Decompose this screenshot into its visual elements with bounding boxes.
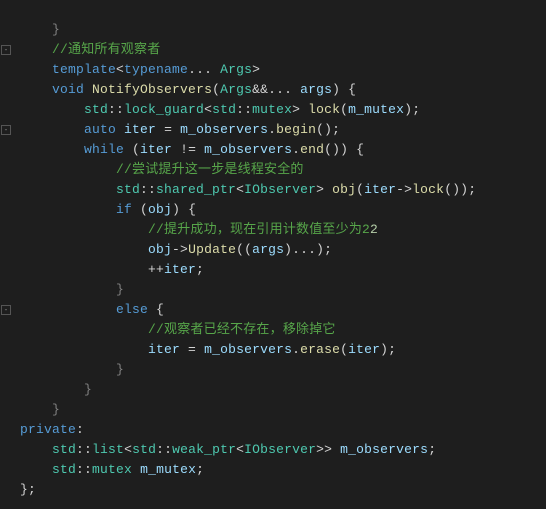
code-line: } bbox=[20, 282, 124, 297]
code-line: } bbox=[20, 362, 124, 377]
code-line: std::mutex m_mutex; bbox=[20, 462, 204, 477]
code-line-comment: //通知所有观察者 bbox=[20, 42, 160, 57]
code-editor[interactable]: } //通知所有观察者 template<typename... Args> v… bbox=[0, 0, 546, 500]
code-line: }; bbox=[20, 482, 36, 497]
code-line: iter = m_observers.erase(iter); bbox=[20, 342, 396, 357]
code-line-comment: //观察者已经不存在，移除掉它 bbox=[20, 322, 336, 337]
code-line: } bbox=[20, 382, 92, 397]
fold-marker[interactable]: - bbox=[1, 305, 11, 315]
code-line: if (obj) { bbox=[20, 202, 196, 217]
code-line: std::list<std::weak_ptr<IObserver>> m_ob… bbox=[20, 442, 436, 457]
code-line: auto iter = m_observers.begin(); bbox=[20, 122, 340, 137]
fold-gutter: - - - bbox=[0, 0, 14, 509]
code-line: template<typename... Args> bbox=[20, 62, 260, 77]
code-line: else { bbox=[20, 302, 164, 317]
code-line: std::shared_ptr<IObserver> obj(iter->loc… bbox=[20, 182, 476, 197]
code-line-comment: //尝试提升这一步是线程安全的 bbox=[20, 162, 304, 177]
code-line: while (iter != m_observers.end()) { bbox=[20, 142, 364, 157]
code-line: void NotifyObservers(Args&&... args) { bbox=[20, 82, 356, 97]
code-line: } bbox=[20, 402, 60, 417]
fold-marker[interactable]: - bbox=[1, 125, 11, 135]
fold-marker[interactable]: - bbox=[1, 45, 11, 55]
code-line: private: bbox=[20, 422, 84, 437]
code-line: } bbox=[20, 22, 60, 37]
code-line: ++iter; bbox=[20, 262, 204, 277]
code-line: std::lock_guard<std::mutex> lock(m_mutex… bbox=[20, 102, 420, 117]
code-line-comment: //提升成功，现在引用计数值至少为22 bbox=[20, 222, 378, 237]
code-line: obj->Update((args)...); bbox=[20, 242, 332, 257]
